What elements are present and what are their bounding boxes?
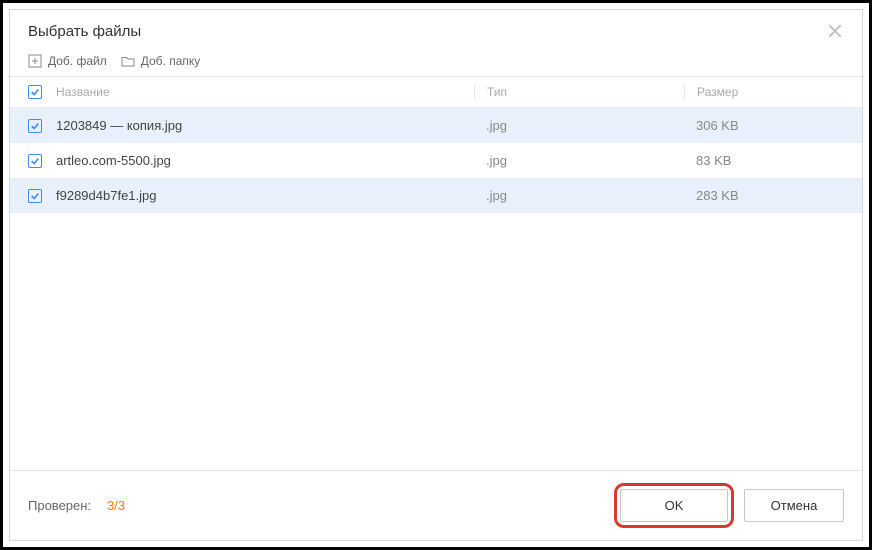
column-header-type[interactable]: Тип — [474, 85, 684, 99]
file-type: .jpg — [474, 118, 684, 133]
add-file-button[interactable]: Доб. файл — [28, 54, 107, 68]
folder-icon — [121, 54, 135, 68]
table-row[interactable]: 1203849 — копия.jpg .jpg 306 KB — [10, 108, 862, 143]
file-size: 283 KB — [684, 188, 844, 203]
add-file-label: Доб. файл — [48, 54, 107, 68]
dialog-header: Выбрать файлы — [10, 10, 862, 54]
file-list: 1203849 — копия.jpg .jpg 306 KB artleo.c… — [10, 108, 862, 470]
row-checkbox[interactable] — [28, 189, 42, 203]
plus-square-icon — [28, 54, 42, 68]
add-folder-button[interactable]: Доб. папку — [121, 54, 201, 68]
select-all-checkbox[interactable] — [28, 85, 42, 99]
status-label: Проверен: — [28, 498, 91, 513]
row-checkbox[interactable] — [28, 154, 42, 168]
file-name: f9289d4b7fe1.jpg — [56, 188, 474, 203]
column-header-name[interactable]: Название — [56, 85, 474, 99]
cancel-button[interactable]: Отмена — [744, 489, 844, 522]
ok-button-highlight: OK — [614, 483, 734, 528]
table-row[interactable]: f9289d4b7fe1.jpg .jpg 283 KB — [10, 178, 862, 213]
add-folder-label: Доб. папку — [141, 54, 201, 68]
dialog-title: Выбрать файлы — [28, 23, 141, 40]
dialog-footer: Проверен: 3/3 OK Отмена — [10, 470, 862, 540]
close-icon[interactable] — [826, 22, 844, 40]
file-size: 306 KB — [684, 118, 844, 133]
table-header: Название Тип Размер — [10, 77, 862, 108]
toolbar: Доб. файл Доб. папку — [10, 54, 862, 77]
column-header-size[interactable]: Размер — [684, 85, 844, 99]
file-name: 1203849 — копия.jpg — [56, 118, 474, 133]
row-checkbox[interactable] — [28, 119, 42, 133]
file-select-dialog: Выбрать файлы Доб. файл Доб. папку — [9, 9, 863, 541]
file-type: .jpg — [474, 188, 684, 203]
ok-button[interactable]: OK — [620, 489, 728, 522]
file-size: 83 KB — [684, 153, 844, 168]
table-row[interactable]: artleo.com-5500.jpg .jpg 83 KB — [10, 143, 862, 178]
status-count: 3/3 — [107, 498, 125, 513]
file-type: .jpg — [474, 153, 684, 168]
file-name: artleo.com-5500.jpg — [56, 153, 474, 168]
